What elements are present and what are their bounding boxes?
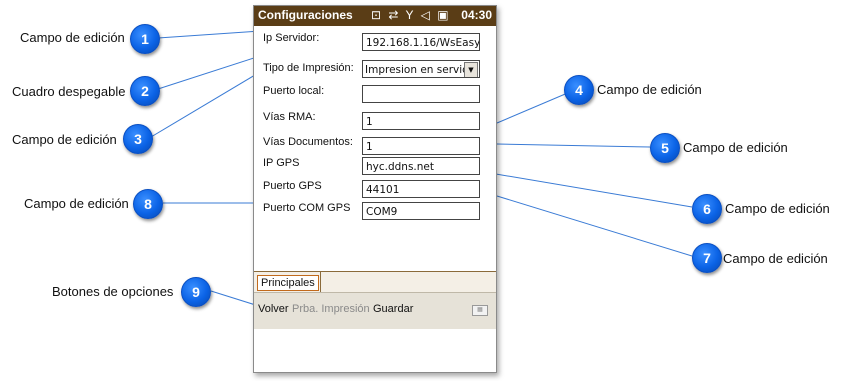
guardar-button[interactable]: Guardar [373, 303, 413, 315]
connector-3 [150, 71, 261, 138]
ip-servidor-input[interactable]: 192.168.1.16/WsEasy [362, 33, 480, 51]
callout-badge-4: 4 [564, 75, 594, 105]
callout-label-4: Campo de edición [597, 82, 702, 97]
tab-strip: Principales [254, 271, 496, 293]
connector-5 [496, 143, 651, 148]
chevron-down-icon[interactable]: ▼ [464, 62, 478, 77]
volver-button[interactable]: Volver [258, 303, 289, 315]
window-title: Configuraciones [258, 8, 353, 22]
connector-1 [157, 30, 261, 39]
label-vias-rma: Vías RMA: [263, 111, 316, 123]
label-ip-gps: IP GPS [263, 157, 300, 169]
label-puerto-local: Puerto local: [263, 85, 325, 97]
label-puerto-gps: Puerto GPS [263, 180, 322, 192]
clock: 04:30 [461, 8, 492, 22]
tipo-impresion-value: Impresion en servido [365, 64, 476, 76]
tab-principales[interactable]: Principales [257, 275, 319, 291]
title-bar: Configuraciones ⊡ ⇄ Y ◁ ▣ 04:30 [254, 6, 496, 26]
status-icons: ⊡ ⇄ Y ◁ ▣ [371, 8, 451, 22]
puerto-com-gps-input[interactable]: COM9 [362, 202, 480, 220]
callout-label-1: Campo de edición [20, 30, 125, 45]
label-puerto-com-gps: Puerto COM GPS [263, 202, 351, 214]
vias-documentos-input[interactable]: 1 [362, 137, 480, 155]
label-ip-servidor: Ip Servidor: [263, 32, 320, 44]
tipo-impresion-select[interactable]: Impresion en servido ▼ [362, 60, 480, 78]
callout-badge-3: 3 [123, 124, 153, 154]
callout-badge-5: 5 [650, 133, 680, 163]
callout-label-5: Campo de edición [683, 140, 788, 155]
label-tipo-impresion: Tipo de Impresión: [263, 62, 354, 74]
connector-6 [489, 172, 693, 208]
device-screen: Configuraciones ⊡ ⇄ Y ◁ ▣ 04:30 Ip Servi… [253, 5, 497, 373]
keyboard-icon[interactable]: ▦ [472, 305, 488, 316]
callout-label-7: Campo de edición [723, 251, 828, 266]
vias-rma-input[interactable]: 1 [362, 112, 480, 130]
puerto-gps-input[interactable]: 44101 [362, 180, 480, 198]
callout-badge-1: 1 [130, 24, 160, 54]
callout-label-9: Botones de opciones [52, 284, 174, 299]
prueba-impresion-button[interactable]: Prba. Impresión [292, 303, 370, 315]
callout-label-3: Campo de edición [12, 132, 117, 147]
callout-label-8: Campo de edición [24, 196, 129, 211]
callout-badge-2: 2 [130, 76, 160, 106]
label-vias-documentos: Vías Documentos: [263, 136, 353, 148]
callout-label-6: Campo de edición [725, 201, 830, 216]
connector-2 [157, 55, 261, 90]
callout-label-2: Cuadro despegable [12, 84, 126, 99]
tab-divider [320, 272, 321, 293]
callout-badge-8: 8 [133, 189, 163, 219]
puerto-local-input[interactable] [362, 85, 480, 103]
callout-badge-7: 7 [692, 243, 722, 273]
ip-gps-input[interactable]: hyc.ddns.net [362, 157, 480, 175]
callout-badge-6: 6 [692, 194, 722, 224]
connector-7 [496, 195, 693, 257]
menu-bar: Volver Prba. Impresión Guardar ▦ [254, 292, 496, 329]
callout-badge-9: 9 [181, 277, 211, 307]
